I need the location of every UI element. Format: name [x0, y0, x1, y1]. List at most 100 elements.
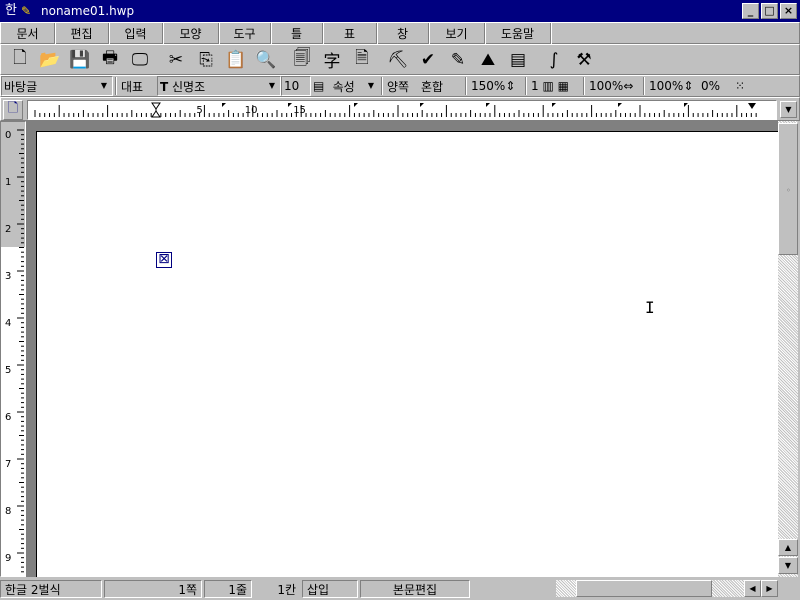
menu-item[interactable]: 보기 [429, 23, 485, 44]
picture-icon[interactable]: ⛰ [473, 46, 503, 74]
menu-item[interactable]: 도움말 [485, 23, 551, 44]
page[interactable]: ⊠ I [36, 131, 778, 577]
ruler-label: 7 [5, 459, 11, 470]
attribute-label: 속성 [332, 79, 355, 94]
menu-item[interactable]: 편집 [55, 23, 109, 44]
menu-item[interactable]: 도구 [219, 23, 271, 44]
horizontal-scroll-thumb[interactable] [576, 580, 712, 597]
style-select[interactable]: 바탕글 ▼ [1, 76, 113, 96]
menu-item[interactable]: 틀 [271, 23, 323, 44]
preview-icon[interactable]: 🖵 [125, 46, 155, 74]
cut-icon[interactable]: ✂ [161, 46, 191, 74]
formatting-bar: 바탕글 ▼ 대표 T 신명조 ▼ 10 ▤ 속성 ▼ 양쪽 혼합 150% ⇕ … [0, 75, 800, 97]
grip-icon: ◦ [786, 186, 791, 195]
scroll-up-button[interactable]: ▲ [778, 539, 798, 556]
mixed-spacing-button[interactable]: 혼합 [419, 76, 463, 96]
char-spacing-field[interactable]: 0% [699, 76, 733, 96]
menu-item[interactable]: 표 [323, 23, 377, 44]
ruler-label: 15 [293, 105, 306, 116]
scroll-left-button[interactable]: ◀ [744, 580, 761, 597]
equation-icon[interactable]: ∫ [539, 46, 569, 74]
close-button[interactable]: × [780, 3, 797, 19]
scroll-down-button[interactable]: ▼ [778, 557, 798, 574]
columns-field[interactable]: 1 ▥ ▦ [529, 76, 581, 96]
ruler-label: 8 [5, 506, 11, 517]
chevron-down-icon[interactable]: ▼ [266, 80, 278, 92]
hanja-convert-icon[interactable]: 字 [317, 46, 347, 74]
attribute-select[interactable]: ▤ 속성 ▼ [311, 76, 379, 96]
ruler-label: 5 [196, 105, 202, 116]
edit-mode-status: 본문편집 [360, 580, 470, 598]
spell-check-icon[interactable]: ✔ [413, 46, 443, 74]
column-status: 1칸 [277, 582, 296, 597]
height-ratio-field[interactable]: 100% ⇕ [647, 76, 699, 96]
form-icon[interactable]: ▤ [503, 46, 533, 74]
tab-stop-marker[interactable] [420, 103, 424, 107]
menu-item[interactable]: 입력 [109, 23, 163, 44]
page-icon[interactable]: 🗋 [3, 100, 23, 120]
font-size-value: 10 [284, 79, 300, 93]
control-code-mark[interactable]: ⊠ [156, 252, 172, 268]
ruler-dropdown-button[interactable]: ▼ [780, 101, 797, 118]
tools-icon[interactable]: ⚒ [569, 46, 599, 74]
title-bar[interactable]: 한 ✎ noname01.hwp _ □ × [0, 0, 800, 22]
insert-mode-status[interactable]: 삽입 [302, 580, 358, 598]
ruler-label: 2 [5, 224, 11, 235]
main-toolbar: 🗋 📂 💾 🖶 🖵 ✂ ⎘ 📋 🔍 🗐 字 🗎 ⛏ ✔ ✎ ⛰ ▤ ∫ ⚒ [0, 44, 800, 75]
window-controls: _ □ × [742, 3, 797, 19]
tab-stop-marker[interactable] [288, 103, 292, 107]
horizontal-ruler-graphic: 5 10 15 [34, 102, 757, 118]
font-name-select[interactable]: T 신명조 ▼ [157, 76, 281, 96]
tab-stop-marker[interactable] [222, 103, 226, 107]
document-info-icon[interactable]: 🗎 [347, 46, 377, 74]
minimize-button[interactable]: _ [742, 3, 759, 19]
copy-icon[interactable]: ⎘ [191, 46, 221, 74]
document-area: ⊠ I [26, 121, 778, 577]
font-name-value: T 신명조 [160, 78, 205, 95]
divider [643, 77, 645, 95]
find-icon[interactable]: 🔍 [251, 46, 281, 74]
save-icon[interactable]: 💾 [65, 46, 95, 74]
chevron-down-icon[interactable]: ▼ [98, 80, 110, 92]
scroll-right-button[interactable]: ▶ [761, 580, 778, 597]
tab-stop-marker[interactable] [552, 103, 556, 107]
print-icon[interactable]: 🖶 [95, 46, 125, 74]
divider [525, 77, 527, 95]
line-spacing-field[interactable]: 150% ⇕ [469, 76, 523, 96]
tab-stop-marker[interactable] [684, 103, 688, 107]
vertical-scroll-thumb[interactable]: ◦ [778, 123, 798, 255]
draw-icon[interactable]: ✎ [443, 46, 473, 74]
height-ratio-icon: ⇕ [683, 79, 694, 93]
hangul-app-icon[interactable]: 한 [3, 3, 19, 19]
font-type-select[interactable]: 대표 [119, 76, 157, 96]
align-button[interactable]: 양쪽 [385, 76, 419, 96]
divider [465, 77, 467, 95]
width-ratio-field[interactable]: 100% ⇔ [587, 76, 641, 96]
tab-stop-marker[interactable] [618, 103, 622, 107]
vertical-ruler[interactable]: 0 1 2 3 4 5 6 7 8 9 [0, 121, 26, 577]
font-size-select[interactable]: 10 [281, 76, 311, 96]
open-folder-icon[interactable]: 📂 [35, 46, 65, 74]
extra-format-button[interactable]: ⁙ [733, 76, 757, 96]
new-document-icon[interactable]: 🗋 [5, 46, 35, 74]
ruler-label: 1 [5, 177, 11, 188]
horizontal-ruler[interactable]: 5 10 15 [27, 100, 777, 120]
width-ratio-icon: ⇔ [623, 79, 634, 93]
page-setup-icon[interactable]: 🗐 [287, 46, 317, 74]
menu-item[interactable]: 모양 [163, 23, 219, 44]
paste-icon[interactable]: 📋 [221, 46, 251, 74]
input-mode-status[interactable]: 한글 2벌식 [0, 580, 102, 598]
maximize-button[interactable]: □ [761, 3, 778, 19]
divider [583, 77, 585, 95]
vertical-scrollbar[interactable]: ◦ ▲ ▼ [778, 121, 798, 577]
chevron-down-icon[interactable]: ▼ [365, 80, 377, 92]
tab-stop-marker[interactable] [354, 103, 358, 107]
right-margin-marker[interactable] [748, 103, 756, 109]
menu-item[interactable]: 창 [377, 23, 429, 44]
stamp-icon[interactable]: ⛏ [383, 46, 413, 74]
document-icon: ✎ [21, 4, 32, 18]
tab-stop-marker[interactable] [486, 103, 490, 107]
ruler-label: 3 [5, 271, 11, 282]
menu-item[interactable]: 문서 [1, 23, 55, 44]
grid-icon: ⁙ [735, 79, 746, 93]
